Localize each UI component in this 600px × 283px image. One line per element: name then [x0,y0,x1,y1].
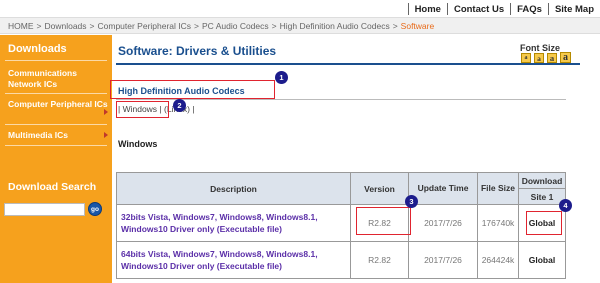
header-description: Description [116,172,351,205]
row-file-size: 176740k [477,204,519,242]
divider [5,145,107,146]
sidebar-heading: Downloads [8,43,67,55]
annotation-marker-1: 1 [275,71,288,84]
breadcrumb-separator: > [392,20,398,31]
breadcrumb-peripheral-ics[interactable]: Computer Peripheral ICs [98,21,192,31]
row-version: R2.82 [350,241,409,279]
expand-arrow-icon [104,132,108,138]
font-size-small-button[interactable]: a [534,53,544,63]
top-navigation: Home Contact Us FAQs Site Map [0,0,600,18]
highlight-box-version [356,207,411,235]
divider [5,124,107,125]
downloads-table: Description Version Update Time File Siz… [116,172,566,279]
title-divider [116,63,580,65]
sidebar-item-computer-peripheral[interactable]: Computer Peripheral ICs [8,99,108,110]
annotation-marker-4: 4 [559,199,572,212]
divider [5,60,107,61]
header-site-1: Site 1 [518,188,566,205]
font-size-large-button[interactable]: a [560,52,571,63]
font-size-medium-button[interactable]: a [547,53,557,63]
breadcrumb-separator: > [194,20,200,31]
table-row: 32bits Vista, Windows7, Windows8, Window… [116,204,566,242]
font-size-smallest-button[interactable]: a [521,53,531,63]
row-global-download-link[interactable]: Global [518,241,566,279]
top-links: Home Contact Us FAQs Site Map [407,0,600,18]
annotation-marker-3: 3 [405,195,418,208]
annotation-marker-2: 2 [173,99,186,112]
breadcrumb-downloads[interactable]: Downloads [44,21,86,31]
table-header-row: Description Version Update Time File Siz… [116,172,566,205]
header-file-size: File Size [477,172,519,205]
row-update-time: 2017/7/26 [408,241,478,279]
breadcrumb: HOME > Downloads > Computer Peripheral I… [0,18,600,34]
highlight-box-windows-tab [116,101,169,118]
download-search-input[interactable] [4,203,85,216]
row-description-link[interactable]: 32bits Vista, Windows7, Windows8, Window… [116,204,351,242]
sidebar-item-multimedia[interactable]: Multimedia ICs [8,130,108,141]
breadcrumb-separator: > [36,20,42,31]
breadcrumb-separator: > [271,20,277,31]
breadcrumb-home[interactable]: HOME [8,21,34,31]
table-row: 64bits Vista, Windows7, Windows8, Window… [116,241,566,279]
breadcrumb-current: Software [400,20,435,31]
divider [5,93,107,94]
nav-sitemap-link[interactable]: Site Map [549,4,600,15]
download-search-heading: Download Search [8,181,97,193]
breadcrumb-hd-audio-codecs[interactable]: High Definition Audio Codecs [280,21,390,31]
highlight-box-global [526,211,562,235]
main-content: Software: Drivers & Utilities Font Size … [112,35,600,283]
breadcrumb-separator: > [89,20,95,31]
section-heading-windows: Windows [118,139,158,149]
search-go-button[interactable]: go [88,202,102,216]
breadcrumb-audio-codecs[interactable]: PC Audio Codecs [202,21,269,31]
row-update-time: 2017/7/26 [408,204,478,242]
nav-contact-link[interactable]: Contact Us [448,4,510,15]
header-download: Download [518,172,566,189]
sidebar: Downloads Communications Network ICs Com… [0,35,112,283]
page-title: Software: Drivers & Utilities [118,44,277,58]
row-description-link[interactable]: 64bits Vista, Windows7, Windows8, Window… [116,241,351,279]
nav-home-link[interactable]: Home [409,4,447,15]
row-file-size: 264424k [477,241,519,279]
nav-faqs-link[interactable]: FAQs [511,4,548,15]
header-version: Version [350,172,409,205]
highlight-box-codecs [110,80,275,99]
font-size-label: Font Size [520,43,560,53]
header-update-time: Update Time [408,172,478,205]
expand-arrow-icon [104,109,108,115]
sidebar-item-communications[interactable]: Communications Network ICs [8,68,108,90]
